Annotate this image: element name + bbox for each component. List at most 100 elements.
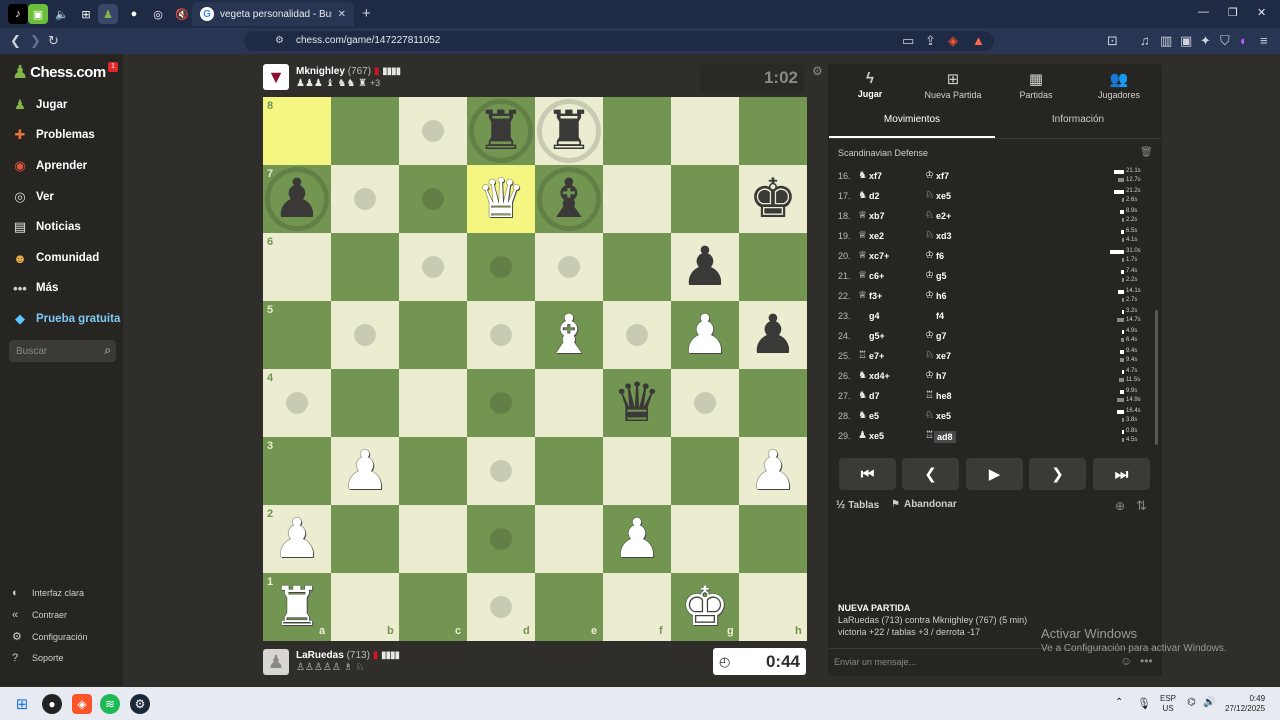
site-info-icon[interactable]: ⚙ — [275, 35, 284, 46]
pinned-tab-icon[interactable]: ◎ — [148, 4, 168, 24]
white-king-g1[interactable]: ♚ — [671, 573, 739, 641]
black-move[interactable]: e2+ — [936, 211, 951, 221]
white-move[interactable]: xe5 — [869, 431, 884, 441]
volume-icon[interactable]: 🔊 — [1203, 697, 1215, 708]
footer-contraer[interactable]: « Contraer — [12, 609, 67, 621]
black-rook-e8[interactable]: ♜ — [535, 97, 603, 165]
chat-more-icon[interactable]: ••• — [1140, 654, 1153, 668]
white-move[interactable]: e7+ — [869, 351, 884, 361]
square-g7[interactable] — [671, 165, 739, 233]
black-move[interactable]: ad8 — [934, 431, 956, 443]
nav-mas[interactable]: ••• Más — [0, 275, 123, 301]
square-f6[interactable] — [603, 233, 671, 301]
white-move[interactable]: g4 — [869, 311, 880, 321]
square-c3[interactable] — [399, 437, 467, 505]
opening-name[interactable]: Scandinavian Defense — [838, 148, 928, 158]
move-hint[interactable] — [354, 188, 376, 210]
analysis-icon[interactable]: ⊕ — [1115, 499, 1125, 513]
tray-chevron-icon[interactable]: ⌃ — [1115, 697, 1123, 708]
move-hint[interactable] — [354, 324, 376, 346]
square-h6[interactable] — [739, 233, 807, 301]
nav-prueba-gratuita[interactable]: ◆ Prueba gratuita — [0, 306, 123, 332]
windows-start-icon[interactable]: ⊞ — [12, 694, 32, 714]
square-b2[interactable] — [331, 505, 399, 573]
chess-board[interactable]: 8 7 6 5 4 3 2 1 a b c d e f g h ♜ ♜ ♟ ♛ ♝ ♚ ♟ ♝ ♟ ♟ ♛ ♟ ♟ ♟ ♟ ♜ ♚ — [263, 97, 807, 641]
menu-icon[interactable]: ≡ — [1260, 33, 1268, 48]
maximize-icon[interactable]: ❐ — [1228, 6, 1238, 19]
white-move[interactable]: xe2 — [869, 231, 884, 241]
reload-icon[interactable]: ↻ — [48, 33, 59, 49]
move-hint[interactable] — [422, 256, 444, 278]
white-move[interactable]: xc7+ — [869, 251, 889, 261]
back-icon[interactable]: ❮ — [10, 33, 21, 49]
sidebar-toggle-icon[interactable]: ▥ — [1160, 33, 1172, 49]
opponent-name[interactable]: Mknighley — [296, 66, 345, 77]
square-h8[interactable] — [739, 97, 807, 165]
square-f3[interactable] — [603, 437, 671, 505]
square-h2[interactable] — [739, 505, 807, 573]
play-button[interactable]: ▶ — [966, 458, 1023, 490]
square-e2[interactable] — [535, 505, 603, 573]
nav-ver[interactable]: ◎ Ver — [0, 184, 123, 210]
extension-icon[interactable]: ◐ — [1240, 33, 1248, 48]
white-move[interactable]: d7 — [869, 391, 880, 401]
emoji-icon[interactable]: ☺ — [1120, 654, 1132, 668]
black-move[interactable]: f6 — [936, 251, 944, 261]
square-g8[interactable] — [671, 97, 739, 165]
nav-aprender[interactable]: ◉ Aprender — [0, 153, 123, 179]
last-move-button[interactable]: ⏭ — [1093, 458, 1150, 490]
subtab-informacion[interactable]: Información — [995, 114, 1161, 125]
square-a6[interactable] — [263, 233, 331, 301]
square-c4[interactable] — [399, 369, 467, 437]
move-hint[interactable] — [490, 460, 512, 482]
active-tab[interactable]: G vegeta personalidad - Buscar con Go ✕ — [192, 2, 354, 26]
white-queen-d7[interactable]: ♛ — [467, 165, 535, 233]
move-hint[interactable] — [286, 392, 308, 414]
mic-icon[interactable]: 🎙 — [1137, 697, 1151, 710]
white-move[interactable]: xd4+ — [869, 371, 890, 381]
leo-icon[interactable]: ⊡ — [1107, 33, 1118, 49]
pinned-tab-icon[interactable]: ⊞ — [76, 4, 96, 24]
google-tab-icon[interactable]: ● — [124, 4, 144, 24]
square-g3[interactable] — [671, 437, 739, 505]
muted-tab-icon[interactable]: 🔈 — [52, 4, 72, 24]
white-move[interactable]: d2 — [869, 191, 880, 201]
square-a3[interactable] — [263, 437, 331, 505]
move-hint[interactable] — [490, 392, 512, 414]
player-avatar[interactable]: ♟ — [263, 649, 289, 675]
white-pawn-b3[interactable]: ♟ — [331, 437, 399, 505]
black-bishop-e7[interactable]: ♝ — [535, 165, 603, 233]
square-a5[interactable] — [263, 301, 331, 369]
move-hint[interactable] — [694, 392, 716, 414]
square-a8[interactable] — [263, 97, 331, 165]
rewards-icon[interactable]: ▲ — [972, 33, 985, 48]
square-e3[interactable] — [535, 437, 603, 505]
black-move[interactable]: h6 — [936, 291, 947, 301]
square-h4[interactable] — [739, 369, 807, 437]
wallet-icon[interactable]: ▣ — [1180, 33, 1192, 49]
close-window-icon[interactable]: ✕ — [1257, 6, 1266, 19]
notification-badge[interactable]: 1 — [108, 62, 118, 72]
footer-configuracion[interactable]: ⚙ Configuración — [12, 630, 88, 643]
vpn-icon[interactable]: ⛉ — [1220, 33, 1230, 49]
white-move[interactable]: xf7 — [869, 171, 882, 181]
spotify-icon[interactable]: ≋ — [100, 694, 120, 714]
url-text[interactable]: chess.com/game/147227811052 — [296, 35, 440, 46]
footer-soporte[interactable]: ? Soporte — [12, 652, 64, 664]
black-move[interactable]: f4 — [936, 311, 944, 321]
square-c2[interactable] — [399, 505, 467, 573]
white-rook-a1[interactable]: ♜ — [263, 573, 331, 641]
move-hint[interactable] — [626, 324, 648, 346]
black-move[interactable]: xe5 — [936, 411, 951, 421]
square-f8[interactable] — [603, 97, 671, 165]
black-pawn-g6[interactable]: ♟ — [671, 233, 739, 301]
square-c5[interactable] — [399, 301, 467, 369]
scrollbar[interactable] — [1155, 310, 1158, 445]
chess-tab-icon[interactable]: ♟ — [98, 4, 118, 24]
tab-partidas[interactable]: ▦ Partidas — [996, 70, 1076, 100]
square-b6[interactable] — [331, 233, 399, 301]
black-move[interactable]: xf7 — [936, 171, 949, 181]
square-e4[interactable] — [535, 369, 603, 437]
tab-jugar[interactable]: ϟ Jugar — [830, 70, 910, 99]
chesscom-logo[interactable]: ♟ Chess.com — [12, 61, 106, 83]
